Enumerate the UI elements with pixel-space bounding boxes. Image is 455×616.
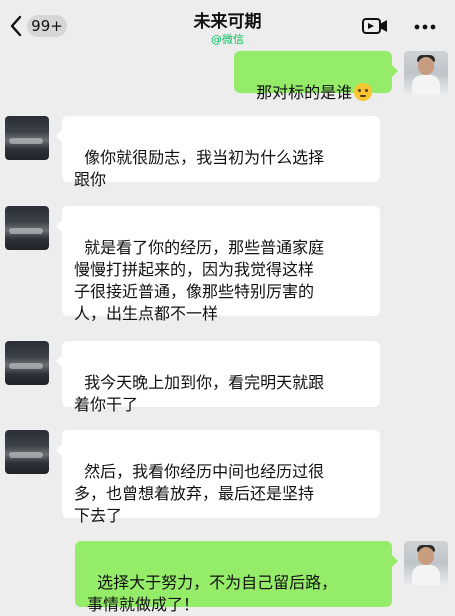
thinking-face-emoji-icon xyxy=(354,83,373,101)
message-bubble-sent[interactable]: 那对标的是谁 xyxy=(234,51,398,102)
message-text: 我今天晚上加到你，看完明天就跟 着你干了 xyxy=(74,373,325,414)
message-text: 像你就很励志，我当初为什么选择 跟你 xyxy=(74,148,325,189)
message-text: 选择大于努力，不为自己留后路， 事情就做成了！ xyxy=(87,573,338,614)
message-text: 那对标的是谁 xyxy=(256,83,353,102)
more-dots-icon[interactable] xyxy=(414,24,436,30)
message-bubble-received[interactable]: 像你就很励志，我当初为什么选择 跟你 xyxy=(56,116,380,189)
video-call-icon[interactable] xyxy=(362,17,388,35)
chat-header: 99+ 未来可期 @微信 xyxy=(0,0,455,52)
contact-avatar[interactable] xyxy=(5,116,49,160)
my-avatar[interactable] xyxy=(404,51,448,95)
message-bubble-received[interactable]: 我今天晚上加到你，看完明天就跟 着你干了 xyxy=(56,341,380,414)
message-bubble-sent[interactable]: 选择大于努力，不为自己留后路， 事情就做成了！ xyxy=(75,541,398,614)
message-text: 就是看了你的经历，那些普通家庭 慢慢打拼起来的，因为我觉得这样 子很接近普通，像… xyxy=(74,238,325,323)
contact-avatar[interactable] xyxy=(5,206,49,250)
my-avatar[interactable] xyxy=(404,541,448,585)
contact-avatar[interactable] xyxy=(5,341,49,385)
message-bubble-received[interactable]: 就是看了你的经历，那些普通家庭 慢慢打拼起来的，因为我觉得这样 子很接近普通，像… xyxy=(56,206,380,323)
message-bubble-received[interactable]: 然后，我看你经历中间也经历过很 多，也曾想着放弃，最后还是坚持 下去了 xyxy=(56,430,380,525)
message-text: 然后，我看你经历中间也经历过很 多，也曾想着放弃，最后还是坚持 下去了 xyxy=(74,462,325,525)
contact-avatar[interactable] xyxy=(5,430,49,474)
